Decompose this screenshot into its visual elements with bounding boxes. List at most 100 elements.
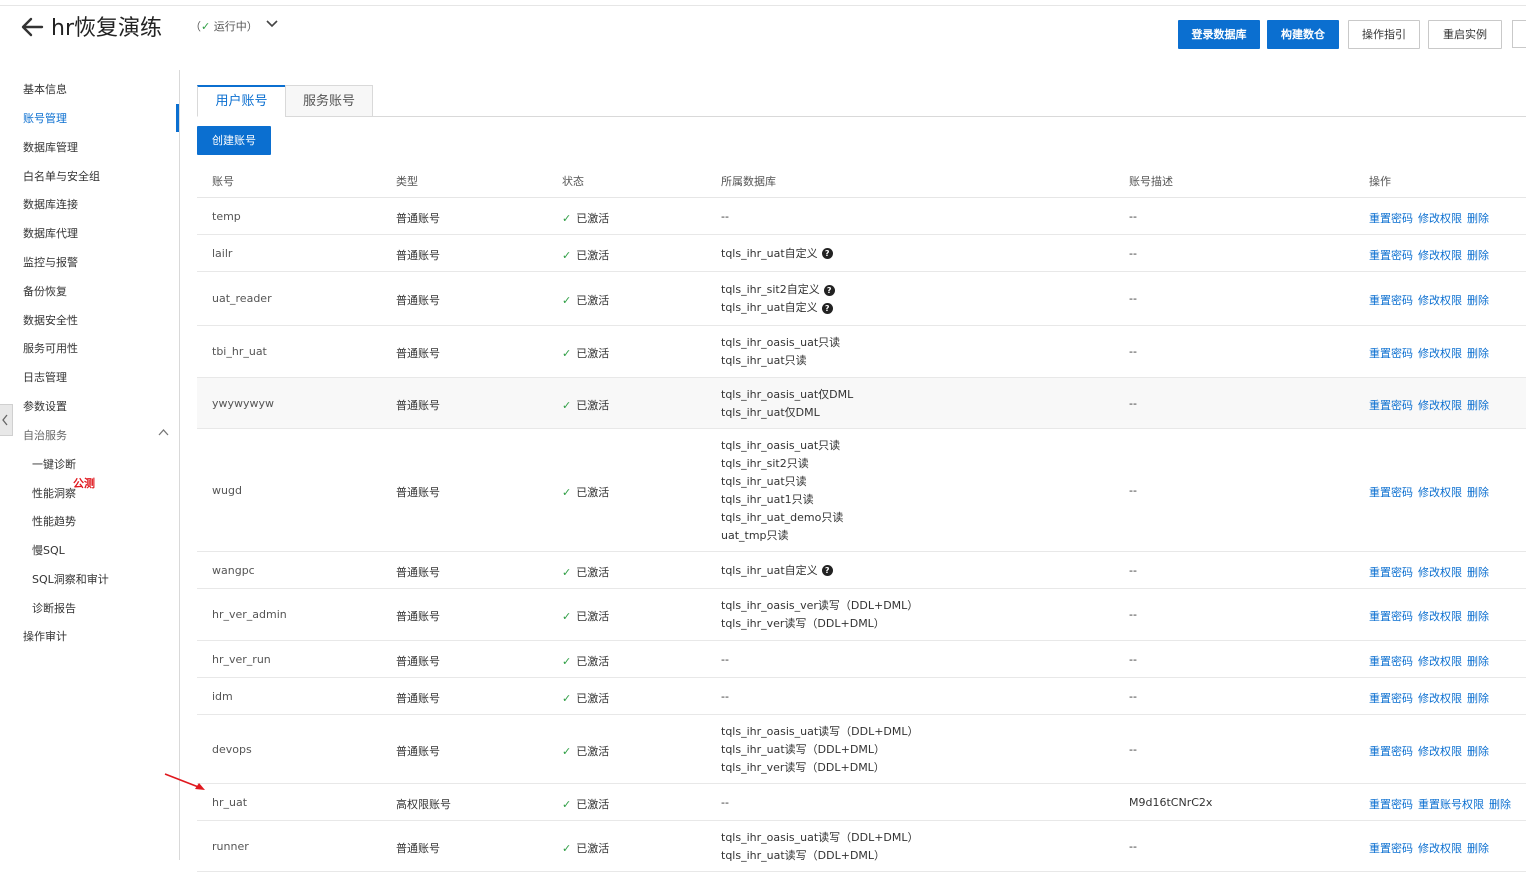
database-entry: tqls_ihr_ver读写（DDL+DML）: [721, 759, 919, 777]
table-row: devops 普通账号 ✓ 已激活 tqls_ihr_oasis_uat读写（DDL+D…: [197, 715, 1526, 784]
build-warehouse-button[interactable]: 构建数仓: [1267, 20, 1339, 49]
modify-permission-link[interactable]: 修改权限: [1418, 486, 1462, 499]
sidebar-item-parameters[interactable]: 参数设置: [23, 398, 67, 414]
modify-permission-link[interactable]: 修改权限: [1418, 610, 1462, 623]
reset-password-link[interactable]: 重置密码: [1369, 842, 1413, 855]
state-text: 已激活: [576, 248, 610, 262]
account-state: ✓ 已激活: [562, 210, 609, 226]
database-list: tqls_ihr_sit2自定义? tqls_ihr_uat自定义?: [721, 281, 835, 317]
delete-link[interactable]: 删除: [1467, 566, 1489, 579]
red-arrow-annotation: [164, 773, 205, 790]
reset-password-link[interactable]: 重置密码: [1369, 566, 1413, 579]
modify-permission-link[interactable]: 修改权限: [1418, 249, 1462, 262]
reset-password-link[interactable]: 重置密码: [1369, 249, 1413, 262]
delete-link[interactable]: 删除: [1467, 745, 1489, 758]
delete-link[interactable]: 删除: [1467, 249, 1489, 262]
sidebar-item-db-connection[interactable]: 数据库连接: [23, 196, 78, 212]
sidebar-item-logs[interactable]: 日志管理: [23, 369, 67, 385]
delete-link[interactable]: 删除: [1489, 798, 1511, 811]
login-database-button[interactable]: 登录数据库: [1178, 20, 1260, 49]
chevron-left-icon: [2, 414, 8, 426]
delete-link[interactable]: 删除: [1467, 486, 1489, 499]
delete-link[interactable]: 删除: [1467, 610, 1489, 623]
sidebar-item-database-management[interactable]: 数据库管理: [23, 139, 78, 155]
sidebar-sub-sql-audit[interactable]: SQL洞察和审计: [32, 571, 109, 587]
create-account-button[interactable]: 创建账号: [197, 126, 271, 155]
sidebar-item-availability[interactable]: 服务可用性: [23, 340, 78, 356]
modify-permission-link[interactable]: 修改权限: [1418, 692, 1462, 705]
database-entry: tqls_ihr_uat只读: [721, 352, 840, 370]
help-icon[interactable]: ?: [821, 248, 833, 259]
reset-password-link[interactable]: 重置密码: [1369, 798, 1413, 811]
reset-password-link[interactable]: 重置密码: [1369, 745, 1413, 758]
status-text: 运行中: [213, 20, 247, 33]
sidebar-item-data-security[interactable]: 数据安全性: [23, 312, 78, 328]
help-icon[interactable]: ?: [823, 284, 835, 296]
sidebar-item-monitoring[interactable]: 监控与报警: [23, 254, 78, 270]
reset-password-link[interactable]: 重置密码: [1369, 347, 1413, 360]
sidebar-sub-slow-sql[interactable]: 慢SQL: [32, 542, 65, 558]
check-icon: ✓: [562, 294, 572, 307]
database-entry: tqls_ihr_oasis_uat仅DML: [721, 386, 853, 404]
reset-password-link[interactable]: 重置密码: [1369, 655, 1413, 668]
table-row: hr_ver_admin 普通账号 ✓ 已激活 tqls_ihr_oasis_ver读写…: [197, 589, 1526, 641]
account-name: tbi_hr_uat: [212, 345, 267, 358]
state-text: 已激活: [576, 211, 610, 225]
modify-permission-link[interactable]: 修改权限: [1418, 347, 1462, 360]
modify-permission-link[interactable]: 修改权限: [1418, 212, 1462, 225]
delete-link[interactable]: 删除: [1467, 399, 1489, 412]
reset-password-link[interactable]: 重置密码: [1369, 692, 1413, 705]
sidebar-item-basic-info[interactable]: 基本信息: [23, 81, 67, 97]
sidebar-item-account-management[interactable]: 账号管理: [23, 110, 67, 126]
sidebar-item-db-proxy[interactable]: 数据库代理: [23, 225, 78, 241]
modify-permission-link[interactable]: 修改权限: [1418, 842, 1462, 855]
sidebar-item-whitelist[interactable]: 白名单与安全组: [23, 168, 100, 184]
reset-permission-link[interactable]: 重置账号权限: [1418, 798, 1484, 811]
back-arrow-icon[interactable]: [20, 16, 44, 38]
delete-link[interactable]: 删除: [1467, 212, 1489, 225]
delete-link[interactable]: 删除: [1467, 655, 1489, 668]
modify-permission-link[interactable]: 修改权限: [1418, 566, 1462, 579]
sidebar-collapse-toggle[interactable]: [0, 404, 13, 436]
state-text: 已激活: [576, 744, 610, 758]
sidebar-item-backup-restore[interactable]: 备份恢复: [23, 283, 67, 299]
modify-permission-link[interactable]: 修改权限: [1418, 745, 1462, 758]
restart-instance-button[interactable]: 重启实例: [1428, 20, 1502, 49]
account-type: 普通账号: [396, 294, 440, 307]
more-button-edge[interactable]: [1512, 20, 1526, 48]
account-name: wugd: [212, 483, 242, 497]
sidebar-item-operation-audit[interactable]: 操作审计: [23, 628, 67, 644]
help-icon[interactable]: ?: [821, 565, 833, 576]
reset-password-link[interactable]: 重置密码: [1369, 399, 1413, 412]
account-state: ✓ 已激活: [562, 247, 609, 263]
tab-user-accounts[interactable]: 用户账号: [197, 85, 286, 117]
check-icon: ✓: [562, 398, 572, 412]
sidebar-sub-performance-insight[interactable]: 性能洞察: [32, 485, 76, 501]
modify-permission-link[interactable]: 修改权限: [1418, 294, 1462, 307]
check-icon: ✓: [562, 565, 572, 579]
column-header-actions: 操作: [1369, 175, 1391, 188]
delete-link[interactable]: 删除: [1467, 842, 1489, 855]
modify-permission-link[interactable]: 修改权限: [1418, 399, 1462, 412]
delete-link[interactable]: 删除: [1467, 692, 1489, 705]
reset-password-link[interactable]: 重置密码: [1369, 294, 1413, 307]
sidebar-sub-one-click-diagnosis[interactable]: 一键诊断: [32, 456, 76, 472]
chevron-up-icon[interactable]: [158, 428, 169, 436]
delete-link[interactable]: 删除: [1467, 347, 1489, 360]
tab-service-accounts[interactable]: 服务账号: [285, 85, 373, 117]
sidebar-sub-performance-trend[interactable]: 性能趋势: [32, 513, 76, 529]
modify-permission-link[interactable]: 修改权限: [1418, 655, 1462, 668]
reset-password-link[interactable]: 重置密码: [1369, 212, 1413, 225]
operation-guide-button[interactable]: 操作指引: [1348, 20, 1420, 49]
reset-password-link[interactable]: 重置密码: [1369, 610, 1413, 623]
database-list: tqls_ihr_uat自定义?: [721, 562, 833, 580]
chevron-down-icon[interactable]: [265, 18, 279, 30]
sidebar-item-autonomy[interactable]: 自治服务: [23, 427, 67, 443]
database-list: tqls_ihr_oasis_uat仅DML tqls_ihr_uat仅DML: [721, 386, 853, 422]
account-type: 普通账号: [396, 565, 440, 579]
reset-password-link[interactable]: 重置密码: [1369, 486, 1413, 499]
account-type: 普通账号: [396, 654, 440, 668]
help-icon[interactable]: ?: [821, 302, 833, 314]
delete-link[interactable]: 删除: [1467, 294, 1489, 307]
sidebar-sub-diagnosis-report[interactable]: 诊断报告: [32, 600, 76, 616]
